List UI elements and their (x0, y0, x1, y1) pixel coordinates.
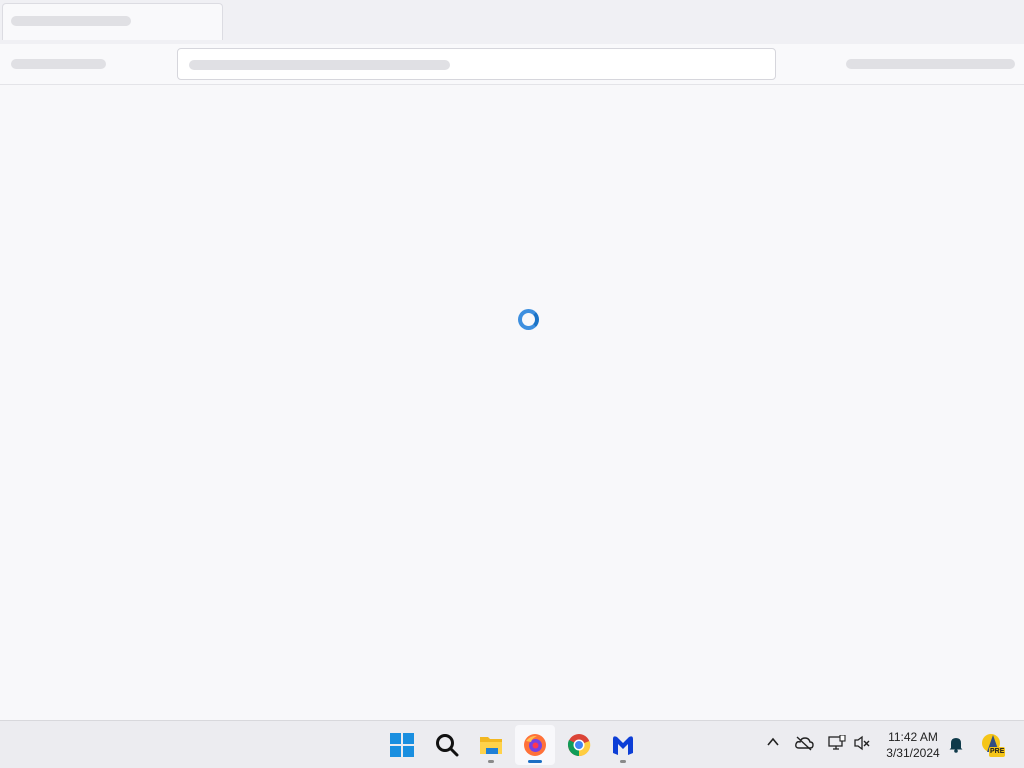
volume-muted-icon[interactable] (854, 735, 871, 751)
browser-toolbar (0, 44, 1024, 85)
toolbar-right-placeholder (846, 59, 1015, 69)
clock-time: 11:42 AM (888, 730, 938, 744)
toolbar-left-placeholder (11, 59, 106, 69)
firefox-icon (524, 734, 546, 756)
loading-spinner-icon (518, 309, 539, 330)
taskbar: 11:42 AM 3/31/2024 PRE (0, 720, 1024, 768)
malwarebytes-icon (613, 736, 633, 755)
page-content (0, 85, 1024, 720)
notification-bell-icon[interactable] (948, 736, 964, 753)
running-indicator (620, 760, 626, 763)
browser-tab[interactable] (2, 3, 223, 40)
file-explorer-button[interactable] (471, 725, 511, 765)
start-button[interactable] (382, 725, 422, 765)
preview-build-badge[interactable]: PRE (981, 732, 1005, 758)
network-icon[interactable] (828, 735, 846, 751)
windows-start-icon (390, 733, 414, 757)
onedrive-offline-icon[interactable] (795, 735, 814, 751)
tab-title-placeholder (11, 16, 131, 26)
chrome-icon (567, 734, 591, 757)
badge-label: PRE (990, 748, 1005, 755)
tab-strip (0, 0, 1024, 44)
address-placeholder (189, 60, 450, 70)
clock[interactable]: 11:42 AM 3/31/2024 (880, 729, 946, 761)
firefox-button[interactable] (515, 725, 555, 765)
folder-icon (480, 737, 502, 754)
chrome-button[interactable] (559, 725, 599, 765)
address-bar[interactable] (177, 48, 776, 80)
malwarebytes-button[interactable] (603, 725, 643, 765)
active-indicator (528, 760, 542, 763)
search-button[interactable] (427, 725, 467, 765)
clock-date: 3/31/2024 (886, 746, 940, 760)
search-icon (436, 734, 459, 757)
chevron-up-icon[interactable] (766, 735, 780, 749)
running-indicator (488, 760, 494, 763)
